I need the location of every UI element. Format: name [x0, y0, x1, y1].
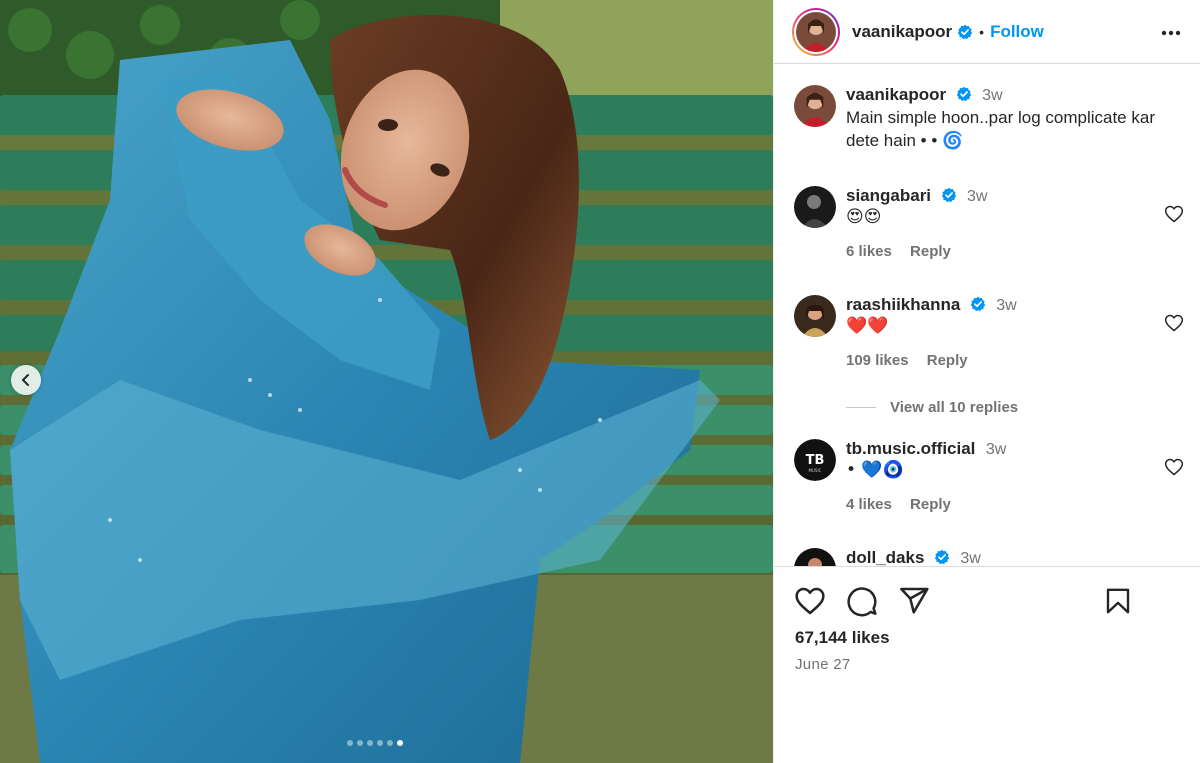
reply-button[interactable]: Reply — [927, 352, 968, 369]
comment-time: 3w — [996, 297, 1017, 314]
carousel-dot — [347, 740, 353, 746]
comment-item: TB MUSIC tb.music.official 3w • 💙🧿 4 lik… — [794, 439, 1184, 529]
comment-username[interactable]: doll_daks — [846, 548, 924, 566]
carousel-prev-button[interactable] — [11, 365, 41, 395]
bookmark-icon[interactable] — [1103, 585, 1133, 617]
verified-badge-icon — [934, 549, 950, 565]
view-replies-label: View all 10 replies — [890, 399, 1019, 416]
post-actions-section: 67,144 likes June 27 — [774, 566, 1200, 763]
avatar[interactable] — [794, 186, 836, 228]
caption-text: Main simple hoon..par log complicate kar… — [846, 108, 1155, 150]
share-icon[interactable] — [898, 585, 930, 617]
post-date[interactable]: June 27 — [795, 656, 850, 673]
post-author-username[interactable]: vaanikapoor — [852, 22, 952, 42]
more-options-icon[interactable] — [1160, 22, 1182, 44]
chevron-left-icon — [22, 374, 29, 386]
comment-icon[interactable] — [846, 585, 878, 617]
replies-divider — [846, 407, 876, 408]
comment-likes[interactable]: 109 likes — [846, 352, 909, 369]
separator-dot: • — [979, 23, 985, 40]
comment-likes[interactable]: 4 likes — [846, 496, 892, 513]
comment-item: raashiikhanna 3w ❤️❤️ 109 likes Reply Vi… — [794, 295, 1184, 416]
caption-username[interactable]: vaanikapoor — [846, 85, 946, 104]
carousel-dot — [387, 740, 393, 746]
comment-text: 😍😍 — [846, 207, 882, 227]
post-photo[interactable] — [0, 0, 773, 763]
caption-time: 3w — [982, 87, 1003, 104]
reply-button[interactable]: Reply — [910, 243, 951, 260]
comment-username[interactable]: tb.music.official — [846, 439, 975, 458]
comment-item: doll_daks 3w — [794, 548, 1184, 566]
verified-badge-icon — [957, 24, 973, 39]
comment-text: ❤️❤️ — [846, 316, 889, 336]
verified-badge-icon — [941, 187, 956, 203]
comment-time: 3w — [960, 550, 981, 566]
caption: vaanikapoor 3w Main simple hoon..par log… — [794, 85, 1184, 165]
svg-text:MUSIC: MUSIC — [809, 468, 822, 473]
avatar[interactable] — [794, 85, 836, 127]
follow-button[interactable]: Follow — [990, 22, 1044, 42]
comment-time: 3w — [966, 188, 988, 205]
carousel-dot — [367, 740, 373, 746]
post-side-panel: vaanikapoor • Follow vaanikapoor 3w Main… — [773, 0, 1200, 763]
carousel-dot — [377, 740, 383, 746]
heart-icon[interactable] — [1164, 313, 1184, 333]
comment-text: • 💙🧿 — [846, 460, 904, 480]
avatar[interactable]: TB MUSIC — [794, 439, 836, 481]
verified-badge-icon — [970, 296, 985, 312]
photo-image — [0, 0, 773, 763]
avatar[interactable] — [794, 548, 836, 566]
comment-likes[interactable]: 6 likes — [846, 243, 892, 260]
view-replies-button[interactable]: View all 10 replies — [846, 399, 1018, 416]
avatar — [796, 11, 836, 52]
reply-button[interactable]: Reply — [910, 496, 951, 513]
comment-time: 3w — [985, 441, 1007, 458]
carousel-indicator — [347, 740, 403, 746]
carousel-dot-active — [397, 740, 403, 746]
comments-list[interactable]: vaanikapoor 3w Main simple hoon..par log… — [774, 72, 1200, 566]
heart-icon[interactable] — [1164, 204, 1184, 224]
avatar[interactable] — [794, 295, 836, 337]
svg-text:TB: TB — [806, 453, 825, 468]
post-header: vaanikapoor • Follow — [774, 0, 1200, 64]
verified-badge-icon — [956, 86, 971, 102]
comment-item: siangabari 3w 😍😍 6 likes Reply — [794, 186, 1184, 276]
likes-count[interactable]: 67,144 likes — [795, 628, 890, 648]
carousel-dot — [357, 740, 363, 746]
heart-icon[interactable] — [794, 585, 826, 617]
heart-icon[interactable] — [1164, 457, 1184, 477]
post-actions — [794, 585, 930, 617]
comment-username[interactable]: siangabari — [846, 186, 931, 205]
comment-username[interactable]: raashiikhanna — [846, 295, 960, 314]
story-ring[interactable] — [792, 7, 840, 56]
